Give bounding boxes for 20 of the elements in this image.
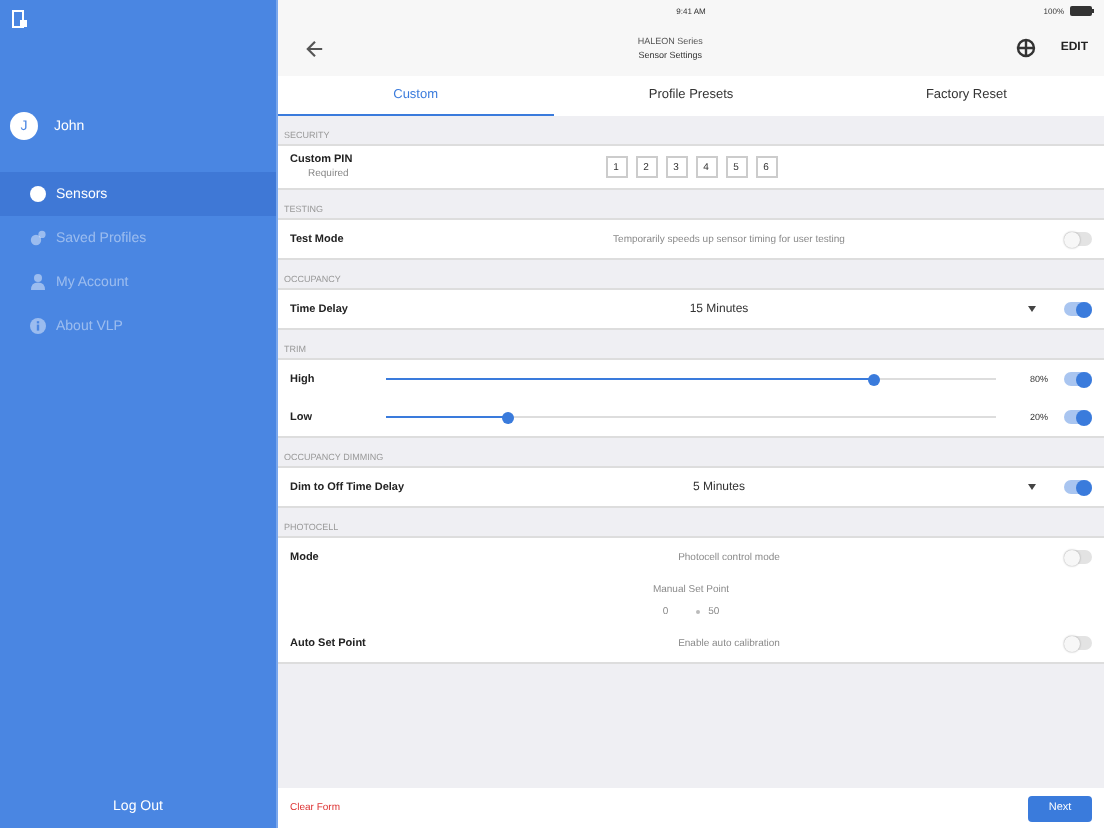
globe-icon[interactable] (1016, 38, 1037, 58)
back-arrow-icon[interactable] (306, 39, 324, 57)
caret-icon (1028, 484, 1036, 490)
toggle-switch[interactable] (1064, 232, 1092, 246)
toggle-switch[interactable] (1064, 372, 1092, 386)
toggle-switch[interactable] (1064, 480, 1092, 494)
toggle-switch[interactable] (1064, 550, 1092, 564)
person-icon (30, 274, 46, 290)
circle-icon (30, 186, 46, 202)
slider-handle[interactable] (868, 373, 880, 385)
gears-icon (30, 230, 46, 246)
slider-handle[interactable] (502, 411, 514, 423)
toggle-switch[interactable] (1064, 636, 1092, 650)
device-icon[interactable] (12, 10, 28, 28)
toggle-switch[interactable] (1064, 302, 1092, 316)
set-point-handle[interactable] (696, 609, 701, 613)
battery-icon (1070, 6, 1094, 16)
info-icon (30, 318, 46, 334)
caret-icon (1028, 306, 1036, 312)
toggle-switch[interactable] (1064, 410, 1092, 424)
